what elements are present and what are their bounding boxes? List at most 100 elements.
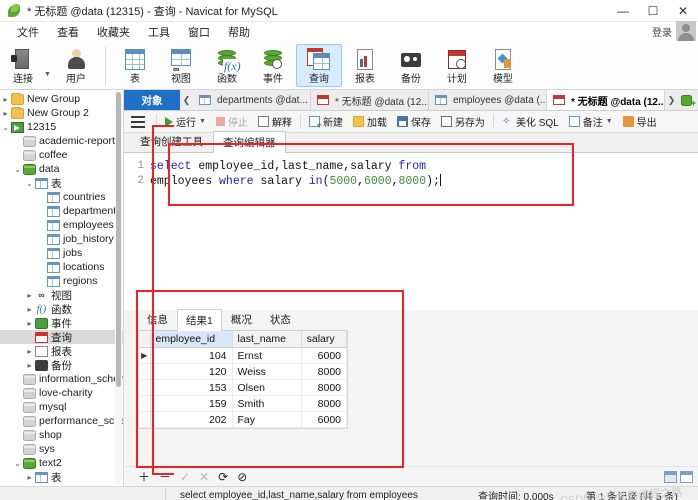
- add-record-icon[interactable]: ＋: [138, 471, 150, 483]
- run-button[interactable]: 运行 ▼: [160, 113, 211, 130]
- tree-expander-icon[interactable]: ▸: [24, 347, 35, 356]
- tab-query-builder[interactable]: 查询创建工具: [130, 130, 213, 152]
- tab-prev-arrow-icon[interactable]: ❮: [180, 90, 193, 110]
- tree-item-[interactable]: ▸ 表: [0, 470, 123, 484]
- column-header-last_name[interactable]: last_name: [232, 331, 302, 348]
- tree-item-[interactable]: ⌄ 表: [0, 176, 123, 190]
- login-label[interactable]: 登录: [652, 24, 672, 39]
- menu-item-file[interactable]: 文件: [8, 22, 48, 42]
- sql-editor[interactable]: 12 select employee_id,last_name,salary f…: [124, 153, 698, 310]
- document-tab[interactable]: employees @data (...: [429, 90, 547, 110]
- run-dropdown-caret-icon[interactable]: ▼: [199, 118, 206, 125]
- new-query-button[interactable]: 新建: [304, 113, 348, 130]
- tree-item-[interactable]: 查询: [0, 330, 123, 344]
- tree-expander-icon[interactable]: ▸: [0, 95, 11, 104]
- tree-expander-icon[interactable]: ▸: [24, 291, 35, 300]
- tree-item-[interactable]: ▸ 事件: [0, 316, 123, 330]
- cell-employee_id[interactable]: 202: [150, 411, 233, 428]
- cell-employee_id[interactable]: 159: [150, 395, 233, 412]
- close-button[interactable]: ✕: [668, 0, 698, 22]
- tree-item-regions[interactable]: regions: [0, 274, 123, 288]
- tree-item-love-charity[interactable]: love-charity: [0, 386, 123, 400]
- tree-expander-icon[interactable]: ⌄: [0, 123, 11, 132]
- stop-loading-icon[interactable]: ⊘: [237, 471, 247, 483]
- connection-dropdown-caret-icon[interactable]: ▼: [44, 71, 51, 78]
- result-tab-概况[interactable]: 概况: [222, 308, 261, 330]
- tree-expander-icon[interactable]: ⌄: [24, 179, 35, 188]
- tree-expander-icon[interactable]: ▸: [24, 305, 35, 314]
- column-header-salary[interactable]: salary: [301, 331, 348, 348]
- beautify-sql-button[interactable]: ✧ 美化 SQL: [497, 113, 564, 130]
- table-row[interactable]: 153 Olsen 8000: [139, 379, 348, 396]
- menu-item-help[interactable]: 帮助: [219, 22, 259, 42]
- tree-item-performance_schema[interactable]: performance_schema: [0, 414, 123, 428]
- sidebar-scrollbar-thumb[interactable]: [116, 92, 121, 387]
- tree-item-[interactable]: ▸ f() 函数: [0, 302, 123, 316]
- tree-expander-icon[interactable]: ▸: [0, 109, 11, 118]
- grid-view-icon[interactable]: [664, 470, 677, 483]
- tree-item-information_schema[interactable]: information_schema: [0, 372, 123, 386]
- tree-expander-icon[interactable]: ▸: [24, 319, 35, 328]
- tree-item-[interactable]: ▸ 备份: [0, 358, 123, 372]
- tree-item-NewGroup[interactable]: ▸ New Group: [0, 92, 123, 106]
- menu-item-window[interactable]: 窗口: [179, 22, 219, 42]
- cell-salary[interactable]: 8000: [301, 379, 348, 396]
- cell-last_name[interactable]: Weiss: [232, 363, 302, 380]
- toolbar-connection-button[interactable]: 连接: [0, 44, 46, 87]
- cell-employee_id[interactable]: 104: [150, 347, 233, 364]
- toolbar-model-button[interactable]: 模型: [480, 44, 526, 87]
- toolbar-user-button[interactable]: 用户: [53, 44, 99, 87]
- menu-item-favorites[interactable]: 收藏夹: [88, 22, 139, 42]
- tree-expander-icon[interactable]: ▸: [24, 361, 35, 370]
- toolbar-backup-button[interactable]: 备份: [388, 44, 434, 87]
- tree-item-coffee[interactable]: coffee: [0, 148, 123, 162]
- tree-item-NewGroup2[interactable]: ▸ New Group 2: [0, 106, 123, 120]
- avatar[interactable]: [676, 21, 696, 41]
- delete-record-icon[interactable]: －: [159, 471, 171, 483]
- sql-code-area[interactable]: select employee_id,last_name,salary from…: [148, 153, 698, 310]
- tab-next-arrow-icon[interactable]: ❯: [665, 95, 678, 106]
- tree-item-employees[interactable]: employees: [0, 218, 123, 232]
- table-row[interactable]: 202 Fay 6000: [139, 411, 348, 428]
- cell-last_name[interactable]: Ernst: [232, 347, 302, 364]
- tree-item-12315[interactable]: ⌄ 12315: [0, 120, 123, 134]
- sidebar-scrollbar[interactable]: [115, 92, 122, 484]
- toolbar-view-button[interactable]: ∞ 视图: [158, 44, 204, 87]
- cell-salary[interactable]: 8000: [301, 363, 348, 380]
- note-dropdown-caret-icon[interactable]: ▼: [606, 118, 613, 125]
- tree-item-departments[interactable]: departments: [0, 204, 123, 218]
- cell-last_name[interactable]: Fay: [232, 411, 302, 428]
- tree-expander-icon[interactable]: ▸: [24, 473, 35, 482]
- result-grid[interactable]: employee_id last_name salary ▶ 104 Ernst 6000…: [138, 330, 348, 429]
- confirm-icon[interactable]: ✓: [180, 471, 190, 483]
- tree-item-shop[interactable]: shop: [0, 428, 123, 442]
- result-tab-状态[interactable]: 状态: [261, 308, 300, 330]
- cell-salary[interactable]: 8000: [301, 395, 348, 412]
- toolbar-table-button[interactable]: 表: [112, 44, 158, 87]
- tree-item-job_history[interactable]: job_history: [0, 232, 123, 246]
- login-area[interactable]: 登录: [652, 21, 696, 41]
- explain-button[interactable]: 解释: [253, 113, 297, 130]
- document-tab[interactable]: * 无标题 @data (12...: [547, 90, 665, 110]
- export-button[interactable]: 导出: [618, 113, 662, 130]
- toolbar-event-button[interactable]: 事件: [250, 44, 296, 87]
- tree-item-[interactable]: ▸ 报表: [0, 344, 123, 358]
- toolbar-function-button[interactable]: f(x) 函数: [204, 44, 250, 87]
- menu-item-view[interactable]: 查看: [48, 22, 88, 42]
- result-tab-结果1[interactable]: 结果1: [177, 309, 222, 331]
- refresh-icon[interactable]: ⟳: [218, 471, 228, 483]
- toolbar-query-button[interactable]: 查询: [295, 44, 342, 87]
- object-tree[interactable]: ▸ New Group ▸ New Group 2 ⌄ 12315 academic-rep…: [0, 90, 123, 486]
- tree-item-locations[interactable]: locations: [0, 260, 123, 274]
- objects-button[interactable]: 对象: [124, 90, 180, 110]
- toolbar-report-button[interactable]: 报表: [342, 44, 388, 87]
- tree-item-data[interactable]: ⌄ data: [0, 162, 123, 176]
- tree-item-academic-report[interactable]: academic-report: [0, 134, 123, 148]
- result-tab-信息[interactable]: 信息: [138, 308, 177, 330]
- stop-button[interactable]: 停止: [211, 113, 253, 130]
- tree-item-mysql[interactable]: mysql: [0, 400, 123, 414]
- load-button[interactable]: 加载: [348, 113, 392, 130]
- table-row[interactable]: 120 Weiss 8000: [139, 363, 348, 380]
- maximize-button[interactable]: ☐: [638, 0, 668, 22]
- tab-query-editor[interactable]: 查询编辑器: [213, 131, 286, 153]
